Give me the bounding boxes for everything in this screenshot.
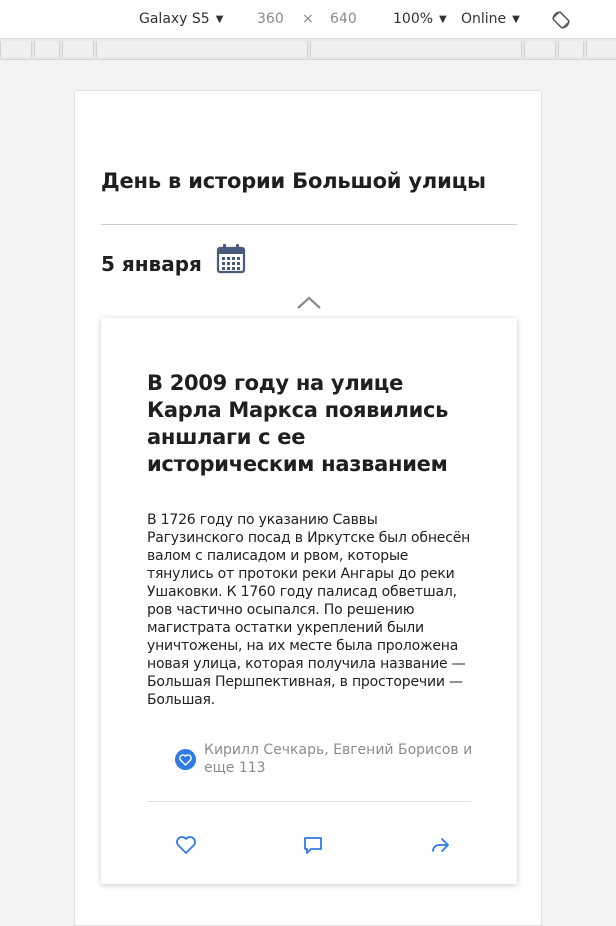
heart-icon <box>179 754 192 766</box>
likes-summary[interactable]: Кирилл Сечкарь, Евгений Борисов и еще 11… <box>204 741 484 777</box>
comment-button[interactable] <box>302 834 324 856</box>
media-query-segment[interactable] <box>310 41 522 57</box>
media-query-segment[interactable] <box>0 41 32 57</box>
card-body-text: В 1726 году по указанию Саввы Рагузинско… <box>147 512 471 708</box>
device-viewport: День в истории Большой улицы 5 января В … <box>74 90 542 926</box>
device-name: Galaxy S5 <box>139 11 210 27</box>
dimension-separator: × <box>302 11 314 27</box>
chevron-down-icon: ▼ <box>512 14 520 25</box>
media-query-bar <box>0 39 616 60</box>
network-value: Online <box>461 11 507 27</box>
zoom-select[interactable]: 100% ▼ <box>393 11 447 27</box>
like-button[interactable] <box>175 834 197 856</box>
page-title: День в истории Большой улицы <box>101 169 486 193</box>
chevron-up-icon[interactable] <box>296 294 322 310</box>
device-toolbar: Galaxy S5 ▼ 360 × 640 100% ▼ Online ▼ <box>0 0 616 39</box>
share-button[interactable] <box>429 834 451 856</box>
date-label: 5 января <box>101 252 202 276</box>
chevron-down-icon: ▼ <box>215 14 224 25</box>
media-query-segment[interactable] <box>96 41 308 57</box>
title-divider <box>101 224 517 225</box>
history-card: В 2009 году на улице Карла Маркса появил… <box>101 318 517 884</box>
chevron-down-icon: ▼ <box>439 14 447 25</box>
network-select[interactable]: Online ▼ <box>461 11 520 27</box>
media-query-segment[interactable] <box>62 41 94 57</box>
media-query-segment[interactable] <box>586 41 616 57</box>
zoom-value: 100% <box>393 11 434 27</box>
card-divider <box>147 801 471 802</box>
media-query-segment[interactable] <box>34 41 60 57</box>
width-input[interactable]: 360 <box>257 11 284 27</box>
rotate-icon[interactable] <box>551 10 571 30</box>
likes-badge <box>175 749 196 770</box>
height-input[interactable]: 640 <box>330 11 357 27</box>
media-query-segment[interactable] <box>558 41 584 57</box>
calendar-icon[interactable] <box>215 243 247 275</box>
card-title: В 2009 году на улице Карла Маркса появил… <box>147 371 449 476</box>
media-query-segment[interactable] <box>524 41 556 57</box>
device-select[interactable]: Galaxy S5 ▼ <box>139 11 223 27</box>
